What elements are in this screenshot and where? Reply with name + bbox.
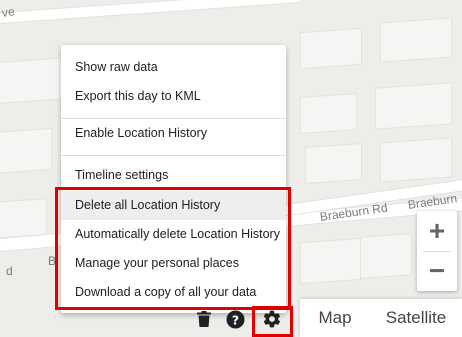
settings-button[interactable]: [260, 307, 284, 331]
menu-item-timeline-settings[interactable]: Timeline settings: [61, 161, 286, 190]
menu-item-show-raw-data[interactable]: Show raw data: [61, 53, 286, 82]
menu-item-auto-delete-history[interactable]: Automatically delete Location History: [61, 220, 286, 249]
menu-item-download-data[interactable]: Download a copy of all your data: [61, 278, 286, 307]
menu-divider: [61, 155, 286, 156]
menu-item-manage-places[interactable]: Manage your personal places: [61, 249, 286, 278]
map-building: [0, 198, 47, 239]
satellite-view-button[interactable]: Satellite: [370, 299, 462, 337]
map-road: [0, 0, 300, 24]
street-label: d: [6, 264, 13, 278]
map-building: [300, 93, 357, 134]
svg-text:?: ?: [231, 313, 238, 327]
map-building: [0, 127, 52, 175]
map-building: [0, 57, 62, 105]
map-building: [300, 237, 362, 285]
gear-icon: [263, 310, 281, 328]
street-label: B: [48, 254, 57, 268]
map-type-control: Map Satellite: [300, 299, 462, 337]
map-view-button[interactable]: Map: [300, 299, 370, 337]
map-building: [360, 233, 412, 279]
map-building: [380, 137, 452, 183]
map-building: [305, 143, 362, 184]
help-button[interactable]: ?: [223, 307, 247, 331]
delete-button[interactable]: [192, 307, 216, 331]
settings-menu: Show raw data Export this day to KML Ena…: [61, 45, 286, 313]
zoom-in-button[interactable]: +: [417, 211, 457, 251]
help-icon: ?: [225, 309, 245, 329]
zoom-control: + −: [417, 211, 457, 291]
trash-icon: [197, 311, 211, 327]
street-label: ve: [1, 4, 16, 20]
menu-item-export-kml[interactable]: Export this day to KML: [61, 82, 286, 111]
map-building: [375, 82, 452, 130]
map-building: [300, 27, 362, 70]
zoom-out-button[interactable]: −: [417, 251, 457, 291]
map-building: [380, 17, 452, 63]
menu-item-enable-location-history[interactable]: Enable Location History: [61, 119, 286, 148]
menu-item-delete-all-history[interactable]: Delete all Location History: [61, 191, 286, 220]
